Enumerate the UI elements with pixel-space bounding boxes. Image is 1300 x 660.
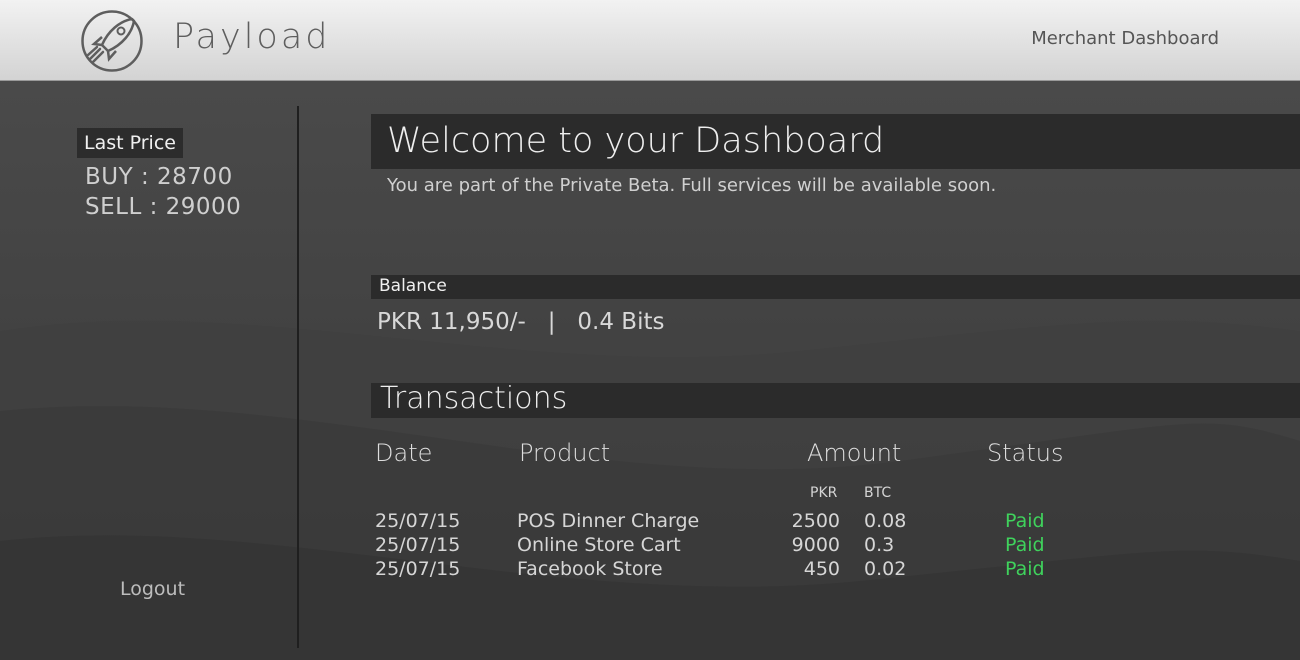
column-header-product: Product xyxy=(519,439,611,467)
row-date: 25/07/15 xyxy=(375,510,461,532)
logout-link[interactable]: Logout xyxy=(120,578,185,600)
row-amount-pkr: 450 xyxy=(803,558,840,580)
merchant-dashboard-link[interactable]: Merchant Dashboard xyxy=(1031,28,1219,49)
row-amount-btc: 0.02 xyxy=(864,558,907,580)
column-header-status: Status xyxy=(987,439,1064,467)
row-date: 25/07/15 xyxy=(375,558,461,580)
sidebar-divider xyxy=(297,106,299,648)
column-header-date: Date xyxy=(375,439,433,467)
balance-bar xyxy=(371,275,1300,299)
rocket-icon[interactable] xyxy=(80,9,144,73)
last-price-label: Last Price xyxy=(77,128,183,158)
status-badge: Paid xyxy=(1005,510,1045,532)
row-product: Facebook Store xyxy=(517,558,663,580)
row-amount-pkr: 9000 xyxy=(791,534,840,556)
column-header-amount: Amount xyxy=(807,439,902,467)
status-badge: Paid xyxy=(1005,534,1045,556)
transactions-title: Transactions xyxy=(380,381,568,416)
status-badge: Paid xyxy=(1005,558,1045,580)
row-product: Online Store Cart xyxy=(517,534,681,556)
row-amount-btc: 0.3 xyxy=(864,534,895,556)
balance-label: Balance xyxy=(379,276,447,296)
row-date: 25/07/15 xyxy=(375,534,461,556)
balance-separator: | xyxy=(547,309,556,335)
column-subheader-pkr: PKR xyxy=(810,485,838,501)
top-header: Payload Merchant Dashboard xyxy=(0,0,1300,81)
buy-price: BUY : 28700 xyxy=(85,164,233,190)
column-subheader-btc: BTC xyxy=(864,485,892,501)
balance-btc: 0.4 Bits xyxy=(577,309,665,335)
row-product: POS Dinner Charge xyxy=(517,510,700,532)
page-title: Welcome to your Dashboard xyxy=(387,121,885,161)
balance-pkr: PKR 11,950/- xyxy=(377,309,526,335)
row-amount-pkr: 2500 xyxy=(791,510,840,532)
balance-values: PKR 11,950/- | 0.4 Bits xyxy=(377,309,664,335)
row-amount-btc: 0.08 xyxy=(864,510,907,532)
welcome-subtitle: You are part of the Private Beta. Full s… xyxy=(387,175,997,196)
brand-name[interactable]: Payload xyxy=(173,17,331,57)
sell-price: SELL : 29000 xyxy=(85,194,242,220)
